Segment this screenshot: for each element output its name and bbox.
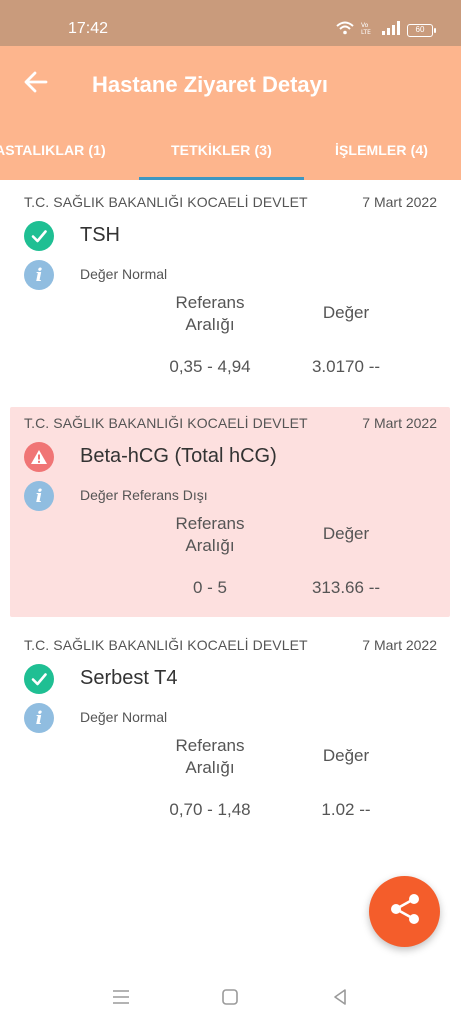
result-text: Değer Normal bbox=[80, 709, 168, 725]
test-name: TSH bbox=[80, 224, 120, 246]
check-icon bbox=[24, 664, 54, 694]
result-text: Değer Normal bbox=[80, 266, 168, 282]
info-icon: i bbox=[24, 260, 54, 290]
test-value: 313.66 -- bbox=[311, 578, 381, 597]
volte-icon: Vo LTE bbox=[361, 21, 375, 40]
test-card[interactable]: T.C. SAĞLIK BAKANLIĞI KOCAELİ DEVLET 7 M… bbox=[10, 407, 450, 617]
test-name: Beta-hCG (Total hCG) bbox=[80, 445, 277, 467]
test-card[interactable]: T.C. SAĞLIK BAKANLIĞI KOCAELİ DEVLET 7 M… bbox=[10, 186, 450, 396]
test-value: 1.02 -- bbox=[321, 800, 371, 819]
tab-indicator bbox=[139, 177, 304, 180]
check-icon bbox=[24, 221, 54, 251]
signal-icon bbox=[382, 21, 400, 40]
reference-range-value: 0,70 - 1,48 bbox=[169, 800, 251, 819]
svg-text:LTE: LTE bbox=[361, 29, 371, 35]
value-header: Değer bbox=[322, 746, 370, 765]
test-value: 3.0170 -- bbox=[311, 357, 381, 376]
back-icon[interactable] bbox=[329, 986, 351, 1008]
svg-text:Vo: Vo bbox=[361, 22, 369, 29]
value-header: Değer bbox=[322, 303, 370, 322]
status-bar: 17:42 Vo LTE 60 bbox=[0, 0, 461, 46]
value-header: Değer bbox=[322, 524, 370, 543]
tab-tests[interactable]: TETKİKLER (3) bbox=[171, 142, 272, 158]
test-name: Serbest T4 bbox=[80, 667, 178, 689]
tab-bar: ASTALIKLAR (1) TETKİKLER (3) İŞLEMLER (4… bbox=[0, 122, 461, 180]
test-card[interactable]: T.C. SAĞLIK BAKANLIĞI KOCAELİ DEVLET 7 M… bbox=[10, 629, 450, 839]
tab-diseases[interactable]: ASTALIKLAR (1) bbox=[0, 142, 106, 158]
system-nav-bar bbox=[0, 966, 461, 1024]
warning-icon bbox=[24, 442, 54, 472]
reference-range-header: Referans Aralığı bbox=[175, 293, 245, 334]
result-text: Değer Referans Dışı bbox=[80, 487, 208, 503]
hospital-name: T.C. SAĞLIK BAKANLIĞI KOCAELİ DEVLET bbox=[24, 194, 308, 210]
app-bar: Hastane Ziyaret Detayı bbox=[0, 46, 461, 122]
test-date: 7 Mart 2022 bbox=[362, 415, 437, 431]
arrow-left-icon[interactable] bbox=[22, 68, 50, 96]
status-icons: Vo LTE 60 bbox=[336, 21, 436, 40]
reference-range-header: Referans Aralığı bbox=[175, 514, 245, 555]
hospital-name: T.C. SAĞLIK BAKANLIĞI KOCAELİ DEVLET bbox=[24, 637, 308, 653]
reference-range-header: Referans Aralığı bbox=[175, 736, 245, 777]
hospital-name: T.C. SAĞLIK BAKANLIĞI KOCAELİ DEVLET bbox=[24, 415, 308, 431]
share-icon bbox=[387, 891, 423, 932]
tab-procedures[interactable]: İŞLEMLER (4) bbox=[335, 142, 428, 158]
test-date: 7 Mart 2022 bbox=[362, 194, 437, 210]
wifi-icon bbox=[336, 21, 354, 40]
menu-icon[interactable] bbox=[110, 986, 132, 1008]
info-icon: i bbox=[24, 481, 54, 511]
reference-range-value: 0,35 - 4,94 bbox=[169, 357, 251, 376]
test-date: 7 Mart 2022 bbox=[362, 637, 437, 653]
home-icon[interactable] bbox=[219, 986, 241, 1008]
info-icon: i bbox=[24, 703, 54, 733]
page-title: Hastane Ziyaret Detayı bbox=[92, 72, 328, 97]
status-time: 17:42 bbox=[68, 20, 109, 37]
battery-icon: 60 bbox=[407, 24, 436, 37]
share-button[interactable] bbox=[369, 876, 440, 947]
reference-range-value: 0 - 5 bbox=[192, 578, 228, 597]
